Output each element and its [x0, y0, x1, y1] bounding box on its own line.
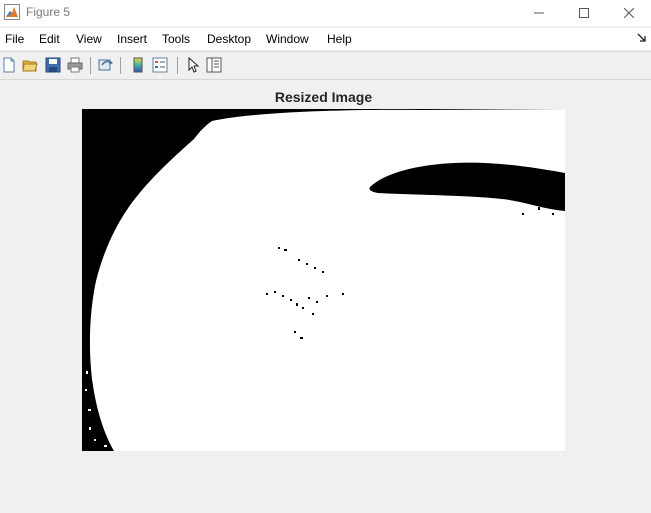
binary-image[interactable]	[82, 109, 565, 451]
menu-insert[interactable]: Insert	[117, 32, 147, 46]
close-icon	[624, 8, 634, 18]
menu-view[interactable]: View	[76, 32, 102, 46]
menu-window[interactable]: Window	[266, 32, 309, 46]
legend-icon[interactable]	[152, 57, 168, 73]
menu-bar: File Edit View Insert Tools Desktop Wind…	[0, 28, 651, 50]
save-icon[interactable]	[45, 57, 61, 73]
pointer-icon[interactable]	[186, 57, 202, 73]
link-plot-icon[interactable]	[98, 57, 114, 73]
toolbar-separator-line	[0, 79, 651, 80]
menu-help[interactable]: Help	[327, 32, 352, 46]
window-titlebar[interactable]: Figure 5	[0, 0, 651, 26]
toolbar-separator	[90, 57, 91, 74]
menu-edit[interactable]: Edit	[39, 32, 60, 46]
minimize-icon	[534, 12, 544, 14]
figure-toolbar	[0, 52, 651, 79]
print-icon[interactable]	[67, 57, 83, 73]
maximize-icon	[579, 8, 589, 18]
new-figure-icon[interactable]	[1, 57, 17, 73]
colorbar-icon[interactable]	[130, 57, 146, 73]
matlab-logo-icon	[4, 4, 20, 20]
toolbar-separator	[120, 57, 121, 74]
menu-tools[interactable]: Tools	[162, 32, 190, 46]
open-file-icon[interactable]	[22, 57, 38, 73]
dock-figure-icon[interactable]	[637, 33, 647, 43]
menu-file[interactable]: File	[5, 32, 24, 46]
window-title: Figure 5	[26, 5, 71, 19]
maximize-button[interactable]	[561, 0, 607, 26]
menu-desktop[interactable]: Desktop	[207, 32, 251, 46]
property-inspector-icon[interactable]	[206, 57, 222, 73]
toolbar-separator	[177, 57, 178, 74]
close-button[interactable]	[606, 0, 651, 26]
axes-title: Resized Image	[274, 89, 373, 105]
minimize-button[interactable]	[516, 0, 562, 26]
